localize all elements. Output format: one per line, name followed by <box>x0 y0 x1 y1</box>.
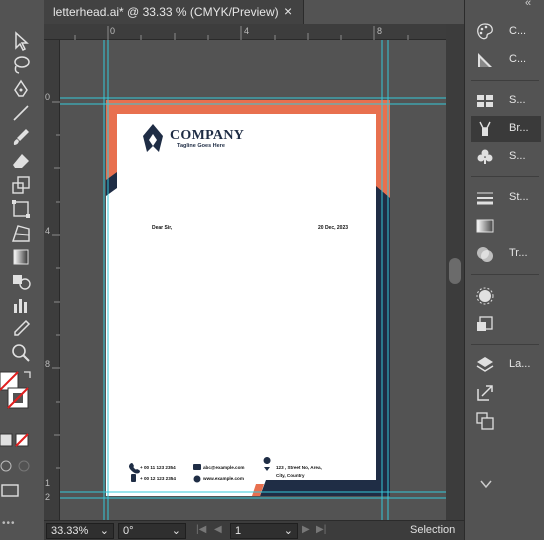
panel-item-label: Br... <box>509 122 529 134</box>
phone-number-1: + 00 11 123 2354 <box>140 465 176 470</box>
phone-number-2: + 00 12 123 2354 <box>140 476 176 481</box>
document-tab[interactable]: letterhead.ai* @ 33.33 % (CMYK/Preview) … <box>44 0 304 24</box>
eyedropper-tool-icon[interactable] <box>10 318 32 340</box>
lasso-tool-icon[interactable] <box>10 54 32 76</box>
panel-item-label: St... <box>509 191 529 203</box>
panel-item-graphic-styles[interactable] <box>471 311 541 337</box>
panel-item-color-guide[interactable]: C... <box>471 47 541 73</box>
graphic-styles-icon <box>477 316 493 331</box>
gradient-icon <box>476 219 494 233</box>
panel-item-gradient[interactable] <box>471 213 541 239</box>
color-icon <box>477 23 493 40</box>
panel-item-label: C... <box>509 53 527 65</box>
direct-selection-tool-icon[interactable] <box>10 30 32 52</box>
scroll-thumb[interactable] <box>449 258 461 284</box>
rotation-select[interactable]: 0° ⌄ <box>118 523 186 539</box>
draw-mode-icon[interactable] <box>0 458 40 474</box>
symbols-icon <box>477 149 493 164</box>
navy-bottom-strip <box>260 480 376 496</box>
panel-item-stroke[interactable]: St... <box>471 185 541 211</box>
perspective-grid-tool-icon[interactable] <box>10 222 32 244</box>
color-mode-icon[interactable] <box>0 432 40 450</box>
panel-item-label: Tr... <box>509 247 528 259</box>
chevron-down-icon: ⌄ <box>283 525 293 537</box>
chevron-down-icon: ⌄ <box>171 525 181 537</box>
collapse-panels-icon[interactable]: « <box>525 0 531 9</box>
shape-builder-tool-icon[interactable] <box>10 270 32 292</box>
address-line-1: 123 , Street No, Area, <box>276 465 322 470</box>
address-line-2: City, Country <box>276 473 305 478</box>
canvas-area[interactable]: COMPANY Tagline Goes Here Dear Sir, 20 D… <box>60 40 446 520</box>
panel-item-label: S... <box>509 150 526 162</box>
right-panel-dock: « C... C... S... Br... S... St... Tr... <box>464 0 544 540</box>
panel-item-export[interactable] <box>471 380 541 406</box>
line-tool-icon[interactable] <box>10 102 32 124</box>
status-bar: 33.33% ⌄ 0° ⌄ |◀ ◀ 1 ⌄ ▶ ▶| Selection <box>44 520 464 540</box>
web-icon <box>193 475 201 483</box>
panel-item-artboards[interactable] <box>471 408 541 434</box>
color-guide-icon <box>478 53 492 67</box>
brushes-icon <box>479 121 491 136</box>
fill-stroke-swatch-icon[interactable] <box>0 368 40 412</box>
zoom-tool-icon[interactable] <box>10 342 32 364</box>
mobile-icon <box>131 474 136 482</box>
next-artboard-icon[interactable]: ▶ <box>302 524 310 535</box>
artboards-icon <box>476 412 494 430</box>
horizontal-ruler: 0 4 8 <box>44 24 446 40</box>
panel-item-layers[interactable]: La... <box>471 352 541 378</box>
company-name: COMPANY <box>170 128 245 143</box>
rotation-value: 0° <box>123 525 134 537</box>
stroke-icon <box>477 192 493 205</box>
artboard-number: 1 <box>235 525 242 537</box>
last-artboard-icon[interactable]: ▶| <box>316 524 326 535</box>
close-tab-icon[interactable]: × <box>284 3 292 19</box>
chevron-down-icon: ⌄ <box>99 525 109 537</box>
vertical-scrollbar[interactable] <box>446 24 464 520</box>
current-tool-label: Selection <box>410 524 456 536</box>
graph-tool-icon[interactable] <box>10 294 32 316</box>
tab-bar: letterhead.ai* @ 33.33 % (CMYK/Preview) … <box>44 0 464 24</box>
email-address: abc@example.com <box>203 465 245 470</box>
panel-item-transparency[interactable]: Tr... <box>471 241 541 267</box>
email-icon <box>193 464 201 470</box>
letter-date: 20 Dec, 2023 <box>318 225 349 231</box>
gradient-tool-icon[interactable] <box>10 246 32 268</box>
zoom-value: 33.33% <box>51 525 89 537</box>
panel-item-brushes[interactable]: Br... <box>471 116 541 142</box>
panel-item-label: S... <box>509 94 526 106</box>
export-icon <box>477 385 493 401</box>
eraser-tool-icon[interactable] <box>10 150 32 172</box>
artboard-select[interactable]: 1 ⌄ <box>230 523 298 539</box>
pen-tool-icon[interactable] <box>10 78 32 100</box>
scale-tool-icon[interactable] <box>10 174 32 196</box>
website-url: www.example.com <box>203 476 244 481</box>
screen-mode-icon[interactable] <box>0 482 22 500</box>
appearance-icon <box>476 287 494 305</box>
document-tab-title: letterhead.ai* @ 33.33 % (CMYK/Preview) <box>53 5 279 19</box>
panel-item-swatches[interactable]: S... <box>471 88 541 114</box>
layers-icon <box>476 357 494 372</box>
previous-artboard-icon[interactable]: ◀ <box>214 524 222 535</box>
vertical-ruler: 0 4 8 1 2 <box>44 40 60 520</box>
more-tools-icon[interactable]: ••• <box>2 518 16 529</box>
paintbrush-tool-icon[interactable] <box>10 126 32 148</box>
free-transform-tool-icon[interactable] <box>10 198 32 220</box>
panel-item-label: C... <box>509 25 527 37</box>
transparency-icon <box>477 247 493 262</box>
panel-item-label: La... <box>509 358 531 370</box>
salutation-text: Dear Sir, <box>152 225 173 231</box>
tools-panel: ••• <box>0 24 44 529</box>
panel-dropdown-icon[interactable] <box>479 478 493 490</box>
panel-item-color[interactable]: C... <box>471 19 541 45</box>
letterhead-artwork <box>106 100 390 496</box>
page-panel <box>117 114 376 480</box>
swatches-icon <box>477 95 493 107</box>
panel-item-appearance[interactable] <box>471 283 541 309</box>
panel-item-symbols[interactable]: S... <box>471 144 541 170</box>
first-artboard-icon[interactable]: |◀ <box>196 524 206 535</box>
company-tagline: Tagline Goes Here <box>177 143 225 149</box>
zoom-select[interactable]: 33.33% ⌄ <box>46 523 114 539</box>
